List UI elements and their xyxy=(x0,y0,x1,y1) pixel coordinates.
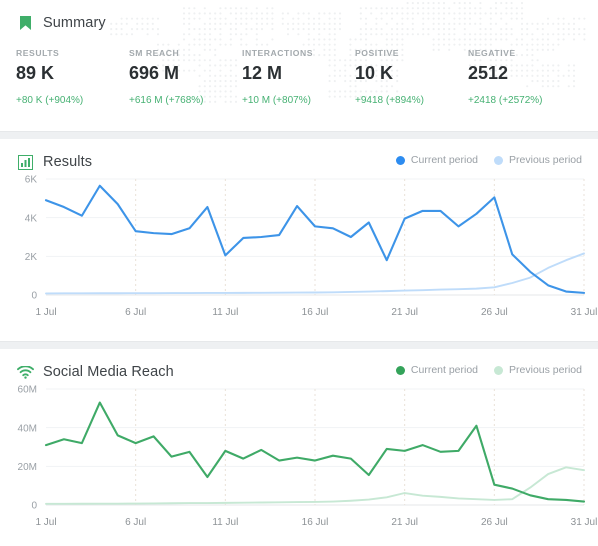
y-axis-tick-label: 0 xyxy=(31,291,37,302)
legend-label: Current period xyxy=(410,364,479,376)
wifi-icon xyxy=(16,363,34,381)
legend-item-current[interactable]: Current period xyxy=(395,364,479,376)
results-legend: Current period Previous period xyxy=(395,154,582,166)
reach-line-chart: 0 20M 40M 60M 1 Jul 6 Jul 11 Jul 16 Jul 21 Jul 26… xyxy=(18,385,598,528)
y-axis-tick-label: 40M xyxy=(18,423,37,434)
metric-negative: NEGATIVE 2512 +2418 (+2572%) xyxy=(468,48,581,106)
summary-title: Summary xyxy=(43,15,106,31)
y-axis-tick-label: 6K xyxy=(25,175,38,186)
metric-value: 696 M xyxy=(129,63,180,83)
x-axis-tick-label: 31 Jul xyxy=(571,307,598,318)
card-divider-1 xyxy=(0,132,598,139)
y-axis-tick-label: 2K xyxy=(25,252,38,263)
legend-dot xyxy=(494,365,504,375)
y-axis-tick-label: 4K xyxy=(25,213,38,224)
results-title: Results xyxy=(43,154,93,170)
metric-label: RESULTS xyxy=(16,48,60,58)
x-axis-tick-label: 21 Jul xyxy=(391,517,418,528)
summary-header: Summary xyxy=(0,0,598,32)
reach-plot: 0 20M 40M 60M 1 Jul 6 Jul 11 Jul 16 Jul 21 Jul 26… xyxy=(0,381,598,533)
x-axis-tick-label: 11 Jul xyxy=(212,517,238,528)
legend-item-previous[interactable]: Previous period xyxy=(494,364,582,376)
bar-chart-icon xyxy=(16,153,34,171)
metric-positive: POSITIVE 10 K +9418 (+894%) xyxy=(355,48,468,106)
x-axis-tick-label: 26 Jul xyxy=(481,307,508,318)
x-axis-tick-label: 16 Jul xyxy=(302,307,329,318)
results-plot: 0 2K 4K 6K 1 Jul 6 Jul 11 Jul 16 Jul 21 Jul 26 Ju… xyxy=(0,171,598,323)
metric-value: 2512 xyxy=(468,63,509,83)
legend-dot xyxy=(494,155,504,165)
summary-metrics: RESULTS 89 K +80 K (+904%) SM REACH 696 M +61… xyxy=(0,32,598,106)
metric-value: 10 K xyxy=(355,63,394,83)
reach-card: Social Media Reach Current period Previou… xyxy=(0,349,598,546)
legend-label: Previous period xyxy=(509,364,582,376)
metric-delta: +9418 (+894%) xyxy=(355,95,424,106)
metric-results: RESULTS 89 K +80 K (+904%) xyxy=(16,48,129,106)
metric-label: NEGATIVE xyxy=(468,48,516,58)
metric-delta: +616 M (+768%) xyxy=(129,95,204,106)
series-line-current xyxy=(44,401,586,503)
y-axis-tick-label: 20M xyxy=(18,462,37,473)
x-axis-tick-label: 6 Jul xyxy=(125,307,146,318)
legend-label: Previous period xyxy=(509,154,582,166)
metric-sm-reach: SM REACH 696 M +616 M (+768%) xyxy=(129,48,242,106)
reach-title: Social Media Reach xyxy=(43,364,174,380)
x-axis-tick-label: 1 Jul xyxy=(35,307,56,318)
card-divider-2 xyxy=(0,342,598,349)
legend-item-previous[interactable]: Previous period xyxy=(494,154,582,166)
metric-label: INTERACTIONS xyxy=(242,48,314,58)
metric-label: SM REACH xyxy=(129,48,180,58)
metric-delta: +2418 (+2572%) xyxy=(468,95,543,106)
bookmark-icon xyxy=(16,14,34,32)
x-axis-tick-label: 21 Jul xyxy=(391,307,418,318)
reach-legend: Current period Previous period xyxy=(395,364,582,376)
metric-delta: +10 M (+807%) xyxy=(242,95,311,106)
summary-card: Summary RESULTS 89 K +80 K (+904%) SM REACH… xyxy=(0,0,598,132)
y-axis-tick-label: 0 xyxy=(31,501,37,512)
legend-dot xyxy=(395,155,405,165)
metric-delta: +80 K (+904%) xyxy=(16,95,84,106)
legend-label: Current period xyxy=(410,154,479,166)
x-axis-tick-label: 1 Jul xyxy=(35,517,56,528)
metric-value: 89 K xyxy=(16,63,55,83)
metric-value: 12 M xyxy=(242,63,283,83)
x-axis-tick-label: 16 Jul xyxy=(302,517,329,528)
metric-interactions: INTERACTIONS 12 M +10 M (+807%) xyxy=(242,48,355,106)
metric-label: POSITIVE xyxy=(355,48,400,58)
results-line-chart: 0 2K 4K 6K 1 Jul 6 Jul 11 Jul 16 Jul 21 Jul 26 Ju… xyxy=(25,175,598,318)
results-card: Results Current period Previous period 0 2… xyxy=(0,139,598,342)
x-axis-tick-label: 26 Jul xyxy=(481,517,508,528)
x-axis-tick-label: 6 Jul xyxy=(125,517,146,528)
y-axis-tick-label: 60M xyxy=(18,385,37,396)
x-axis-tick-label: 31 Jul xyxy=(571,517,598,528)
legend-dot xyxy=(395,365,405,375)
x-axis-tick-label: 11 Jul xyxy=(212,307,238,318)
legend-item-current[interactable]: Current period xyxy=(395,154,479,166)
dashboard-page: Summary RESULTS 89 K +80 K (+904%) SM REACH… xyxy=(0,0,598,546)
